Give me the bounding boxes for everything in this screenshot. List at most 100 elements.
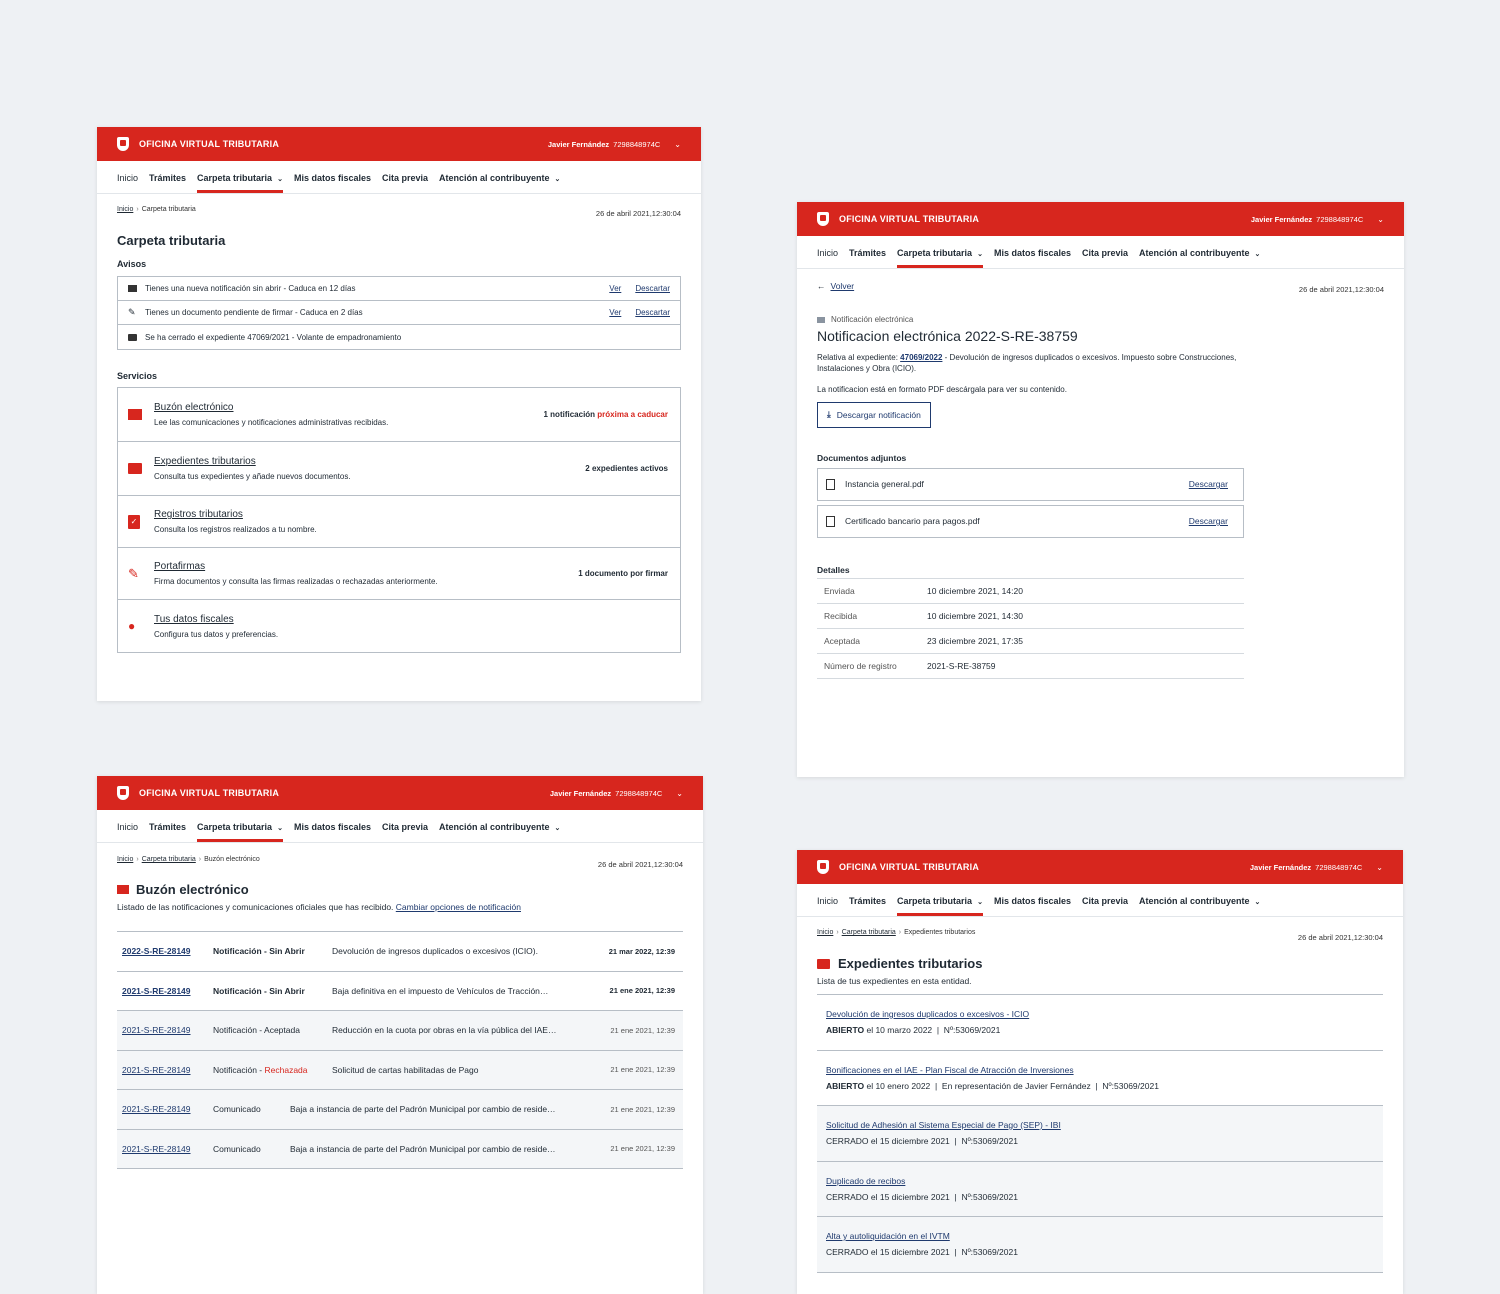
chevron-down-icon: ⌄ [977, 251, 983, 258]
main-nav: Inicio Trámites Carpeta tributaria ⌄ Mis … [97, 161, 701, 194]
expedientes-intro: Lista de tus expedientes en esta entidad… [817, 976, 972, 986]
notificacion-id-link[interactable]: 2022-S-RE-28149 [122, 946, 213, 956]
nav-cita-previa[interactable]: Cita previa [1082, 884, 1128, 916]
servicio-card[interactable]: Expedientes tributarios Consulta tus expe… [118, 442, 680, 496]
expediente-name-link[interactable]: Bonificaciones en el IAE - Plan Fiscal d… [826, 1065, 1374, 1075]
nav-tramites[interactable]: Trámites [849, 236, 886, 268]
servicio-card[interactable]: ✓ Registros tributarios Consulta los regi… [118, 496, 680, 548]
expediente-item[interactable]: Alta y autoliquidación en el IVTM CERRADO… [817, 1217, 1383, 1273]
nav-tramites[interactable]: Trámites [849, 884, 886, 916]
nav-atencion-contribuyente[interactable]: Atención al contribuyente ⌄ [1139, 236, 1260, 268]
servicio-card[interactable]: ● Tus datos fiscales Configura tus datos … [118, 600, 680, 652]
notificacion-id-link[interactable]: 2021-S-RE-28149 [122, 1104, 213, 1114]
servicio-name[interactable]: Registros tributarios [154, 509, 317, 520]
nav-tramites[interactable]: Trámites [149, 810, 186, 842]
expediente-item[interactable]: Solicitud de Adhesión al Sistema Especia… [817, 1106, 1383, 1162]
expediente-name-link[interactable]: Duplicado de recibos [826, 1176, 1374, 1186]
table-row[interactable]: 2021-S-RE-28149 Comunicado Baja a instanci… [117, 1129, 683, 1169]
servicio-name[interactable]: Expedientes tributarios [154, 456, 351, 467]
main-nav: Inicio Trámites Carpeta tributaria ⌄ Mis … [797, 236, 1404, 269]
table-row[interactable]: 2022-S-RE-28149 Notificación - Sin Abrir D… [117, 932, 683, 972]
nav-carpeta-tributaria[interactable]: Carpeta tributaria ⌄ [897, 884, 983, 916]
table-row[interactable]: 2021-S-RE-28149 Comunicado Baja a instanci… [117, 1090, 683, 1130]
expediente-item[interactable]: Devolución de ingresos duplicados o exce… [817, 995, 1383, 1051]
brand-title: OFICINA VIRTUAL TRIBUTARIA [139, 788, 280, 798]
notificacion-date: 21 ene 2021, 12:39 [609, 986, 675, 996]
breadcrumb-carpeta[interactable]: Carpeta tributaria [842, 929, 896, 936]
chevron-down-icon: ⌄ [554, 825, 561, 832]
servicio-card[interactable]: ✎ Portafirmas Firma documentos y consulta… [118, 548, 680, 600]
descartar-link[interactable]: Descartar [635, 284, 670, 293]
nav-tramites[interactable]: Trámites [149, 161, 186, 193]
descargar-link[interactable]: Descargar [1189, 516, 1228, 526]
relativa-text: Relativa al expediente: 47069/2022 - Dev… [817, 353, 1247, 375]
user-menu[interactable]: Javier Fernández 7298848974C ⌄ [548, 140, 681, 149]
descartar-link[interactable]: Descartar [635, 308, 670, 317]
back-label: Volver [830, 281, 855, 291]
notificacion-id-link[interactable]: 2021-S-RE-28149 [122, 1065, 213, 1075]
breadcrumb-inicio[interactable]: Inicio [117, 206, 133, 213]
chevron-down-icon: ⌄ [676, 788, 683, 798]
notificacion-id-link[interactable]: 2021-S-RE-28149 [122, 986, 213, 996]
nav-cita-previa[interactable]: Cita previa [382, 161, 428, 193]
expediente-link[interactable]: 47069/2022 [900, 353, 942, 362]
table-row[interactable]: 2021-S-RE-28149 Notificación - Aceptada Re… [117, 1011, 683, 1051]
expediente-name-link[interactable]: Devolución de ingresos duplicados o exce… [826, 1009, 1374, 1019]
notificacion-id-link[interactable]: 2021-S-RE-28149 [122, 1025, 213, 1035]
expediente-item[interactable]: Duplicado de recibos CERRADO el 15 diciem… [817, 1161, 1383, 1217]
nav-atencion-contribuyente[interactable]: Atención al contribuyente ⌄ [439, 161, 560, 193]
nav-atencion-contribuyente[interactable]: Atención al contribuyente ⌄ [439, 810, 560, 842]
servicio-card[interactable]: Buzón electrónico Lee las comunicaciones … [118, 388, 680, 442]
ver-link[interactable]: Ver [609, 284, 621, 293]
nav-carpeta-tributaria[interactable]: Carpeta tributaria ⌄ [897, 236, 983, 268]
expedientes-list: Devolución de ingresos duplicados o exce… [817, 994, 1383, 1273]
nav-carpeta-tributaria[interactable]: Carpeta tributaria ⌄ [197, 161, 283, 193]
nav-mis-datos-fiscales[interactable]: Mis datos fiscales [994, 236, 1071, 268]
crest-logo-icon [817, 212, 829, 226]
brand[interactable]: OFICINA VIRTUAL TRIBUTARIA [117, 786, 279, 800]
nav-inicio[interactable]: Inicio [117, 810, 138, 842]
nav-cita-previa[interactable]: Cita previa [382, 810, 428, 842]
nav-cita-previa[interactable]: Cita previa [1082, 236, 1128, 268]
user-name: Javier Fernández [1250, 214, 1313, 224]
kind-label: Notificación electrónica [831, 315, 914, 324]
notificacion-id-link[interactable]: 2021-S-RE-28149 [122, 1144, 213, 1154]
nav-atencion-contribuyente[interactable]: Atención al contribuyente ⌄ [1139, 884, 1260, 916]
user-menu[interactable]: Javier Fernández 7298848974C ⌄ [1251, 215, 1384, 224]
nav-label: Atención al contribuyente [439, 822, 550, 832]
notificacion-desc: Baja definitiva en el impuesto de Vehícu… [332, 985, 549, 996]
servicio-name[interactable]: Tus datos fiscales [154, 614, 278, 625]
brand[interactable]: OFICINA VIRTUAL TRIBUTARIA [117, 137, 279, 151]
servicio-name[interactable]: Buzón electrónico [154, 402, 388, 413]
expediente-item[interactable]: Bonificaciones en el IAE - Plan Fiscal d… [817, 1051, 1383, 1106]
expediente-name-link[interactable]: Solicitud de Adhesión al Sistema Especia… [826, 1120, 1374, 1130]
nav-carpeta-tributaria[interactable]: Carpeta tributaria ⌄ [197, 810, 283, 842]
document-icon [826, 478, 835, 490]
table-row[interactable]: 2021-S-RE-28149 Notificación - Rechazada S… [117, 1050, 683, 1090]
ver-link[interactable]: Ver [609, 308, 621, 317]
servicio-name[interactable]: Portafirmas [154, 561, 438, 572]
user-menu[interactable]: Javier Fernández 7298848974C ⌄ [550, 789, 683, 798]
user-menu[interactable]: Javier Fernández 7298848974C ⌄ [1250, 863, 1383, 872]
mail-icon [817, 316, 825, 323]
breadcrumb-inicio[interactable]: Inicio [817, 929, 833, 936]
table-row[interactable]: 2021-S-RE-28149 Notificación - Sin Abrir B… [117, 972, 683, 1011]
nav-mis-datos-fiscales[interactable]: Mis datos fiscales [294, 161, 371, 193]
nav-mis-datos-fiscales[interactable]: Mis datos fiscales [294, 810, 371, 842]
descargar-link[interactable]: Descargar [1189, 479, 1228, 489]
type-text: Notificación - Sin Abrir [213, 985, 305, 996]
breadcrumb-inicio[interactable]: Inicio [117, 856, 133, 863]
download-notification-button[interactable]: ⤓ Descargar notificación [817, 401, 931, 428]
breadcrumb-carpeta[interactable]: Carpeta tributaria [142, 856, 196, 863]
brand[interactable]: OFICINA VIRTUAL TRIBUTARIA [817, 860, 979, 874]
brand[interactable]: OFICINA VIRTUAL TRIBUTARIA [817, 212, 979, 226]
nav-inicio[interactable]: Inicio [817, 884, 838, 916]
cambiar-opciones-link[interactable]: Cambiar opciones de notificación [396, 902, 521, 912]
adjunto-item: Certificado bancario para pagos.pdf Desc… [817, 504, 1244, 538]
nav-mis-datos-fiscales[interactable]: Mis datos fiscales [994, 884, 1071, 916]
aviso-item: Se ha cerrado el expediente 47069/2021 -… [118, 325, 680, 349]
nav-inicio[interactable]: Inicio [117, 161, 138, 193]
buzon-table: 2022-S-RE-28149 Notificación - Sin Abrir D… [117, 931, 683, 1169]
nav-inicio[interactable]: Inicio [817, 236, 838, 268]
expediente-name-link[interactable]: Alta y autoliquidación en el IVTM [826, 1231, 1374, 1241]
